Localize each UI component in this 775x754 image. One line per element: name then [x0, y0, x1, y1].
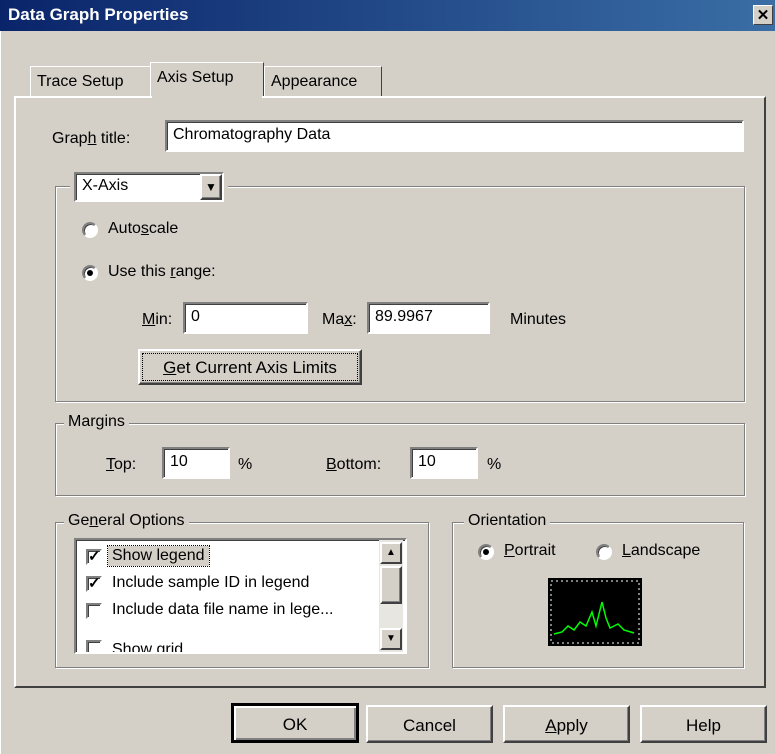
orientation-title: Orientation: [464, 512, 551, 530]
min-label: Min:: [142, 311, 173, 328]
list-item[interactable]: Show grid: [86, 625, 376, 654]
bottom-margin-input[interactable]: 10: [410, 447, 478, 479]
graph-title-input[interactable]: Chromatography Data: [165, 120, 744, 152]
top-margin-label: Top:: [106, 456, 137, 473]
portrait-label[interactable]: Portrait: [504, 542, 556, 560]
landscape-label[interactable]: Landscape: [622, 542, 700, 560]
data-file-name-checkbox[interactable]: [86, 603, 102, 619]
axis-select-value: X-Axis: [82, 177, 129, 194]
min-input[interactable]: 0: [183, 302, 308, 334]
list-item-label: Include sample ID in legend: [112, 574, 310, 591]
landscape-radio[interactable]: [596, 544, 612, 560]
sample-id-checkbox[interactable]: ✓: [86, 576, 102, 592]
tab-label: Axis Setup: [157, 69, 234, 86]
tab-axis-setup[interactable]: Axis Setup: [150, 62, 264, 96]
help-button[interactable]: Help: [640, 705, 767, 743]
dropdown-arrow-icon: ▼: [205, 180, 217, 194]
top-margin-unit: %: [238, 456, 253, 473]
scroll-thumb[interactable]: [380, 566, 402, 604]
graph-title-label: Graph title:: [52, 130, 131, 147]
scroll-down-button[interactable]: ▼: [380, 628, 402, 650]
top-margin-input[interactable]: 10: [162, 447, 230, 479]
list-item-label: Show legend: [107, 545, 210, 567]
tab-join: [152, 95, 262, 98]
use-range-radio[interactable]: [82, 265, 98, 281]
list-item[interactable]: ✓ Show legend: [86, 544, 376, 570]
window-title: Data Graph Properties: [8, 5, 189, 24]
margins-groupbox: [55, 423, 745, 496]
list-item-label: Include data file name in lege...: [112, 601, 334, 618]
radio-selected-dot: [87, 270, 93, 276]
list-item[interactable]: ✓ Include sample ID in legend: [86, 571, 376, 597]
axis-dropdown-button[interactable]: ▼: [200, 174, 222, 200]
units-label: Minutes: [510, 311, 567, 328]
show-legend-checkbox[interactable]: ✓: [86, 549, 102, 565]
use-range-label[interactable]: Use this range:: [108, 263, 216, 281]
autoscale-radio[interactable]: [82, 222, 98, 238]
ok-button[interactable]: OK: [231, 703, 359, 743]
apply-button[interactable]: Apply: [503, 705, 630, 743]
autoscale-label[interactable]: Autoscale: [108, 220, 178, 238]
tab-appearance[interactable]: Appearance: [264, 66, 382, 96]
title-bar: Data Graph Properties ✕: [0, 0, 775, 31]
margins-title: Margins: [64, 413, 129, 431]
tab-label: Trace Setup: [37, 73, 124, 90]
radio-selected-dot: [483, 549, 489, 555]
bottom-margin-label: Bottom:: [326, 456, 382, 473]
up-arrow-icon: ▲: [386, 547, 396, 558]
orientation-preview-icon: [548, 578, 642, 646]
portrait-radio[interactable]: [478, 544, 494, 560]
scroll-up-button[interactable]: ▲: [380, 542, 402, 564]
list-item[interactable]: Include data file name in lege...: [86, 598, 376, 624]
cancel-button[interactable]: Cancel: [366, 705, 493, 743]
bottom-margin-unit: %: [487, 456, 502, 473]
general-options-title: General Options: [64, 512, 189, 530]
tab-trace-setup[interactable]: Trace Setup: [30, 66, 152, 96]
show-grid-checkbox[interactable]: [86, 640, 102, 652]
down-arrow-icon: ▼: [386, 633, 396, 644]
max-label: Max:: [322, 311, 357, 328]
close-icon: ✕: [756, 7, 770, 24]
tab-label: Appearance: [271, 73, 358, 90]
get-axis-limits-button[interactable]: Get Current Axis Limits: [138, 349, 362, 385]
max-input[interactable]: 89.9967: [367, 302, 490, 334]
general-options-list[interactable]: ✓ Show legend ✓ Include sample ID in leg…: [74, 538, 407, 654]
close-button[interactable]: ✕: [753, 5, 773, 25]
list-item-label: Show grid: [112, 641, 184, 654]
